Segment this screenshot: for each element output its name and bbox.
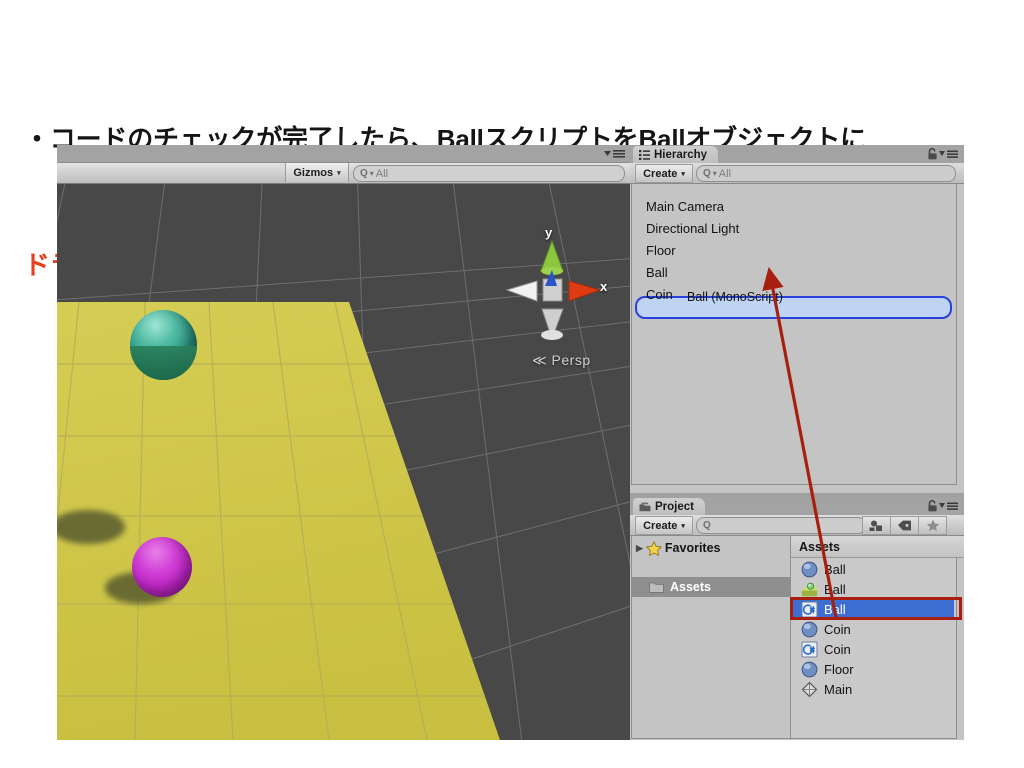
project-toolbar: Create ▾ Q <box>630 515 964 536</box>
scene-view-toolbar: Gizmos ▾ Q ▾ All <box>57 163 630 184</box>
chevron-down-icon: ▾ <box>681 170 685 178</box>
project-create-button[interactable]: Create ▾ <box>635 516 693 535</box>
filter-by-type-button[interactable] <box>862 516 891 535</box>
project-panel: Project Create ▾ Q ▶ Favorites Assets As… <box>630 497 964 740</box>
filter-by-type-icon <box>869 520 882 531</box>
project-folder-icon <box>639 502 651 511</box>
gizmo-axis-y-label: y <box>545 225 553 240</box>
filter-favorite-star-button[interactable] <box>918 516 947 535</box>
hierarchy-item-ball[interactable]: Ball <box>646 265 668 280</box>
star-icon <box>645 540 662 556</box>
slide-right-margin <box>964 0 1024 768</box>
tab-hierarchy[interactable]: Hierarchy <box>633 146 719 163</box>
scene-search-value: All <box>375 167 389 180</box>
scene-panel-menu-icon[interactable] <box>604 148 626 159</box>
hierarchy-search-input[interactable]: Q ▾ All <box>696 165 956 182</box>
unity-editor-screenshot: Gizmos ▾ Q ▾ All y x ≪ Persp Hierarchy C… <box>57 145 964 740</box>
filter-by-label-button[interactable] <box>890 516 919 535</box>
scene-view-pane: Gizmos ▾ Q ▾ All y x ≪ Persp <box>57 145 630 740</box>
prefab-sphere-icon <box>801 561 818 578</box>
hierarchy-panel: Hierarchy Create ▾ Q ▾ All Main Camera D… <box>630 145 964 493</box>
slide-bottom-margin <box>0 740 1024 768</box>
project-asset-label: Main <box>824 682 853 697</box>
csharp-script-icon <box>801 641 818 658</box>
project-asset-label: Ball <box>824 562 846 577</box>
lock-icon[interactable] <box>927 148 938 160</box>
annotation-selection-box <box>790 597 962 620</box>
hierarchy-drop-highlight <box>635 296 952 319</box>
project-asset-label: Coin <box>824 642 851 657</box>
scene-view-tabstrip <box>57 145 630 163</box>
hierarchy-item-main-camera[interactable]: Main Camera <box>646 199 724 214</box>
hierarchy-list-icon <box>639 149 650 160</box>
prefab-sphere-icon <box>801 621 818 638</box>
project-assets-header: Assets <box>791 536 964 558</box>
gizmos-label: Gizmos <box>293 166 334 179</box>
tab-project-label: Project <box>655 500 694 513</box>
project-tree-favorites[interactable]: ▶ Favorites <box>632 538 794 558</box>
hierarchy-create-label: Create <box>643 167 678 180</box>
scene-object-teal-sphere[interactable] <box>130 310 197 380</box>
project-tree-pane[interactable]: ▶ Favorites Assets <box>632 536 807 738</box>
project-asset-floor-prefab[interactable]: Floor <box>801 660 854 679</box>
tab-project[interactable]: Project <box>633 498 705 515</box>
panel-menu-icon[interactable] <box>939 149 959 159</box>
hierarchy-toolbar: Create ▾ Q ▾ All <box>630 163 964 184</box>
project-asset-coin-script[interactable]: Coin <box>801 640 851 659</box>
project-tree-assets[interactable]: Assets <box>632 577 807 597</box>
scene-orientation-gizmo[interactable]: y x <box>497 225 608 354</box>
project-tree-favorites-label: Favorites <box>664 541 721 555</box>
right-panel-column: Hierarchy Create ▾ Q ▾ All Main Camera D… <box>630 145 964 740</box>
project-asset-ball-prefab[interactable]: Ball <box>801 560 846 579</box>
scene-object-magenta-sphere[interactable] <box>132 537 192 597</box>
search-icon: Q <box>703 520 711 531</box>
project-search-input[interactable]: Q <box>696 517 866 534</box>
project-asset-label: Floor <box>824 662 854 677</box>
slide-root: ・コードのチェックが完了したら、BallスクリプトをBallオブジェクトに ドラ… <box>0 0 1024 768</box>
search-chevron-down-icon: ▾ <box>369 169 374 178</box>
folder-icon <box>649 582 664 593</box>
search-icon: Q <box>703 168 711 179</box>
expander-triangle-icon[interactable]: ▶ <box>636 543 643 554</box>
hierarchy-item-coin[interactable]: Coin <box>646 287 673 302</box>
project-asset-coin-prefab[interactable]: Coin <box>801 620 851 639</box>
project-asset-main-scene[interactable]: Main <box>801 680 852 699</box>
filter-by-label-icon <box>898 520 911 530</box>
project-create-label: Create <box>643 519 678 532</box>
project-tabstrip: Project <box>630 497 964 515</box>
project-browser: ▶ Favorites Assets Assets Ball Ball Ball… <box>631 536 964 739</box>
scene-projection-mode[interactable]: ≪ Persp <box>532 352 591 369</box>
project-asset-label: Ball <box>824 582 846 597</box>
chevron-down-icon: ▾ <box>337 169 341 177</box>
drag-tooltip-label: Ball (MonoScript) <box>687 290 783 304</box>
panel-menu-icon[interactable] <box>939 501 959 511</box>
hierarchy-tree[interactable]: Main Camera Directional Light Floor Ball… <box>631 184 957 485</box>
scene-viewport[interactable]: y x ≪ Persp <box>57 184 630 740</box>
scene-search-field[interactable]: Q ▾ All <box>353 165 625 182</box>
hierarchy-create-button[interactable]: Create ▾ <box>635 164 693 183</box>
unity-scene-icon <box>801 681 818 698</box>
material-icon <box>801 582 818 597</box>
hierarchy-search-value: All <box>718 167 732 180</box>
project-asset-label: Coin <box>824 622 851 637</box>
search-chevron-down-icon: ▾ <box>712 169 717 178</box>
search-icon: Q <box>360 168 368 179</box>
gizmo-axis-x-label: x <box>600 279 608 294</box>
hierarchy-item-floor[interactable]: Floor <box>646 243 676 258</box>
hierarchy-item-directional-light[interactable]: Directional Light <box>646 221 739 236</box>
persp-arrow-icon: ≪ <box>532 352 548 368</box>
project-tree-assets-label: Assets <box>670 580 711 594</box>
tab-hierarchy-label: Hierarchy <box>654 148 708 161</box>
prefab-sphere-icon <box>801 661 818 678</box>
hierarchy-tabstrip: Hierarchy <box>630 145 964 163</box>
project-assets-pane[interactable]: Assets Ball Ball Ball Coin Coin Floor Ma… <box>790 536 964 738</box>
persp-label: Persp <box>551 352 591 368</box>
chevron-down-icon: ▾ <box>681 522 685 530</box>
filter-favorite-star-icon <box>926 519 939 532</box>
lock-icon[interactable] <box>927 500 938 512</box>
gizmos-dropdown-button[interactable]: Gizmos ▾ <box>285 163 349 182</box>
